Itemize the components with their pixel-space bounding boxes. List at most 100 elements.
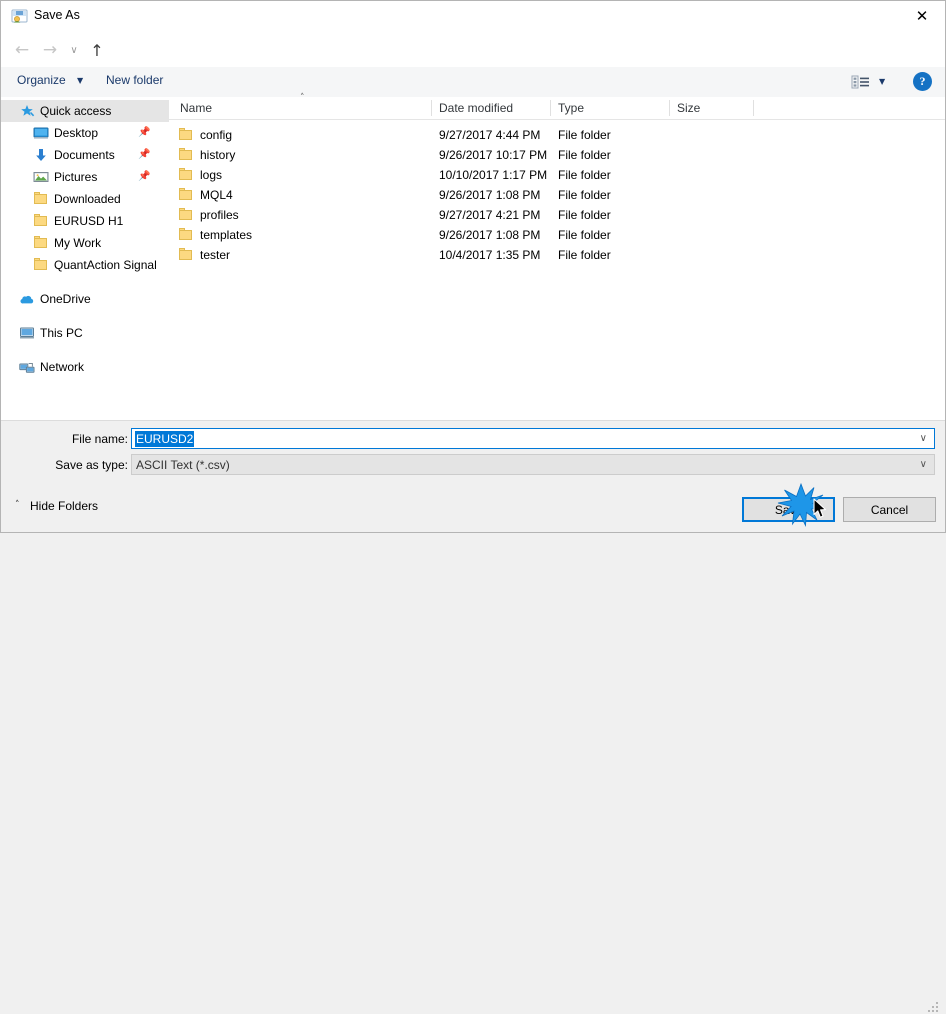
file-date: 9/26/2017 10:17 PM <box>439 148 548 162</box>
file-name-input[interactable]: EURUSD2 ∨ <box>131 428 935 449</box>
this-pc-icon <box>19 325 35 341</box>
folder-icon <box>178 227 194 243</box>
file-name: logs <box>200 168 223 182</box>
sidebar-item-label: QuantAction Signal <box>54 258 157 272</box>
back-button[interactable]: ← <box>9 38 35 62</box>
file-type: File folder <box>558 168 611 182</box>
navigation-bar: ← → ∨ ↑ « ❯ Roaming ❯ MetaQuotes ❯ Termi… <box>1 32 945 92</box>
folder-icon <box>178 147 194 163</box>
sidebar-item-my-work[interactable]: My Work <box>1 232 169 254</box>
hide-folders-button[interactable]: Hide Folders <box>30 499 98 513</box>
file-type: File folder <box>558 148 611 162</box>
sidebar-item-this-pc[interactable]: This PC <box>1 322 169 344</box>
column-headers: ˄ Name Date modified Type Size <box>169 93 945 120</box>
sidebar-item-label: OneDrive <box>40 292 91 306</box>
save-as-dialog: Save As ✕ ← → ∨ ↑ « ❯ Roaming ❯ MetaQuot… <box>0 0 946 1012</box>
pin-icon[interactable]: 📌 <box>138 127 150 138</box>
sidebar-item-desktop[interactable]: Desktop 📌 <box>1 122 169 144</box>
sidebar-item-quantaction-signal[interactable]: QuantAction Signal <box>1 254 169 276</box>
column-header-name[interactable]: Name <box>180 101 212 115</box>
pictures-icon <box>33 169 49 185</box>
column-divider[interactable] <box>669 100 670 116</box>
toolbar: Organize ▼ New folder ▼ ? <box>1 67 945 98</box>
sidebar-item-label: Pictures <box>54 170 98 184</box>
resize-grip[interactable] <box>926 1000 940 1014</box>
chevron-down-icon[interactable]: ▼ <box>77 76 83 85</box>
folder-icon <box>178 247 194 263</box>
table-row[interactable]: tester 10/4/2017 1:35 PM File folder <box>169 245 945 265</box>
file-name-label: File name: <box>71 432 128 446</box>
table-row[interactable]: profiles 9/27/2017 4:21 PM File folder <box>169 205 945 225</box>
file-date: 9/26/2017 1:08 PM <box>439 228 541 242</box>
pin-icon[interactable]: 📌 <box>138 149 150 160</box>
column-divider[interactable] <box>431 100 432 116</box>
file-type: File folder <box>558 128 611 142</box>
dialog-footer: ˄ Hide Folders Save Cancel <box>1 487 945 1012</box>
column-header-type[interactable]: Type <box>558 101 584 115</box>
column-header-date-modified[interactable]: Date modified <box>439 101 513 115</box>
file-name: config <box>200 128 233 142</box>
table-row[interactable]: config 9/27/2017 4:44 PM File folder <box>169 125 945 145</box>
new-folder-button[interactable]: New folder <box>106 73 163 87</box>
folder-icon <box>33 213 49 229</box>
folder-icon <box>178 207 194 223</box>
folder-icon <box>33 235 49 251</box>
network-icon <box>19 359 35 375</box>
save-as-type-select[interactable]: ASCII Text (*.csv) ∨ <box>131 454 935 475</box>
sidebar-item-network[interactable]: Network <box>1 356 169 378</box>
view-options-icon[interactable] <box>851 74 873 90</box>
table-row[interactable]: MQL4 9/26/2017 1:08 PM File folder <box>169 185 945 205</box>
chevron-down-icon[interactable]: ∨ <box>920 433 927 444</box>
file-rows: config 9/27/2017 4:44 PM File folder his… <box>169 119 945 265</box>
chevron-down-icon[interactable]: ▼ <box>879 77 885 86</box>
sidebar-item-quick-access[interactable]: Quick access <box>1 100 169 122</box>
organize-button[interactable]: Organize <box>17 73 66 87</box>
sidebar-item-label: Network <box>40 360 85 374</box>
folder-icon <box>178 127 194 143</box>
table-row[interactable]: logs 10/10/2017 1:17 PM File folder <box>169 165 945 185</box>
save-button[interactable]: Save <box>742 497 835 522</box>
sidebar-item-downloaded[interactable]: Downloaded <box>1 188 169 210</box>
sidebar-item-label: My Work <box>54 236 102 250</box>
cancel-button[interactable]: Cancel <box>843 497 936 522</box>
file-type: File folder <box>558 228 611 242</box>
file-date: 9/27/2017 4:44 PM <box>439 128 541 142</box>
file-name: tester <box>200 248 231 262</box>
pin-icon[interactable]: 📌 <box>138 171 150 182</box>
forward-button[interactable]: → <box>37 38 63 62</box>
file-name: MQL4 <box>200 188 233 202</box>
column-header-size[interactable]: Size <box>677 101 700 115</box>
up-button[interactable]: ↑ <box>85 38 109 62</box>
sidebar-item-eurusd-h1[interactable]: EURUSD H1 <box>1 210 169 232</box>
sidebar-item-pictures[interactable]: Pictures 📌 <box>1 166 169 188</box>
sidebar-item-label: EURUSD H1 <box>54 214 124 228</box>
save-as-type-label: Save as type: <box>55 458 128 472</box>
file-type: File folder <box>558 188 611 202</box>
sidebar-item-documents[interactable]: Documents 📌 <box>1 144 169 166</box>
save-form: File name: EURUSD2 ∨ Save as type: ASCII… <box>1 420 945 488</box>
chevron-up-icon[interactable]: ˄ <box>15 500 20 510</box>
file-date: 9/26/2017 1:08 PM <box>439 188 541 202</box>
file-name-value: EURUSD2 <box>135 431 195 447</box>
file-name: history <box>200 148 236 162</box>
sidebar-item-onedrive[interactable]: OneDrive <box>1 288 169 310</box>
documents-icon <box>33 147 49 163</box>
title-bar: Save As ✕ <box>1 1 945 32</box>
table-row[interactable]: templates 9/26/2017 1:08 PM File folder <box>169 225 945 245</box>
recent-locations-button[interactable]: ∨ <box>65 38 83 62</box>
file-name: profiles <box>200 208 239 222</box>
close-icon[interactable]: ✕ <box>899 1 945 31</box>
chevron-down-icon[interactable]: ∨ <box>920 459 927 470</box>
folder-icon <box>178 167 194 183</box>
column-divider[interactable] <box>550 100 551 116</box>
onedrive-icon <box>19 291 35 307</box>
file-date: 10/10/2017 1:17 PM <box>439 168 548 182</box>
sidebar-item-label: Quick access <box>40 104 112 118</box>
file-list-pane: ˄ Name Date modified Type Size config 9/… <box>169 93 945 420</box>
help-button[interactable]: ? <box>913 72 932 91</box>
navigation-pane: Quick access Desktop 📌 Documents � <box>1 97 169 420</box>
sidebar-item-label: Documents <box>54 148 115 162</box>
table-row[interactable]: history 9/26/2017 10:17 PM File folder <box>169 145 945 165</box>
window-title: Save As <box>34 8 80 22</box>
column-divider[interactable] <box>753 100 754 116</box>
